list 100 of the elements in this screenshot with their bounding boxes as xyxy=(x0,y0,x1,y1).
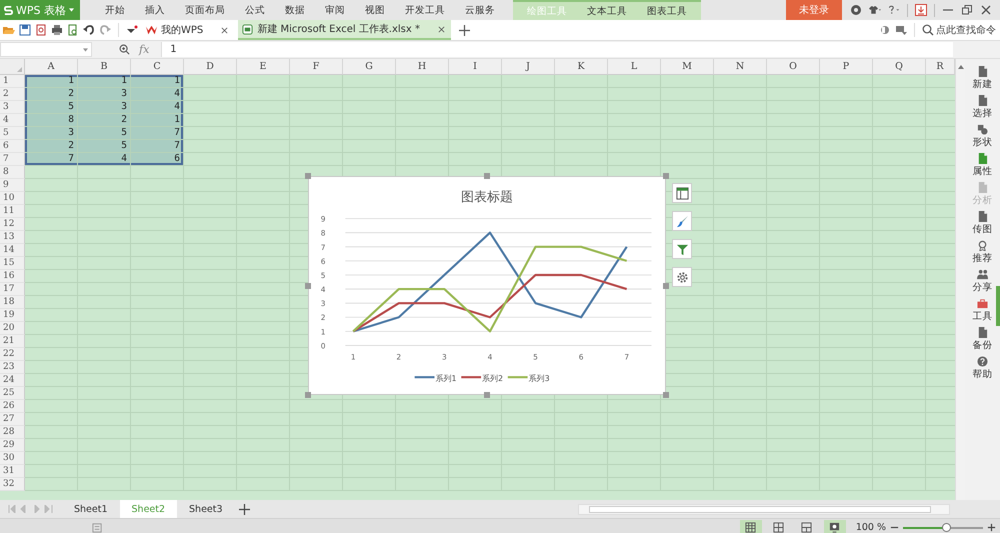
resize-handle[interactable] xyxy=(305,282,311,288)
close-tab-icon[interactable] xyxy=(438,26,445,32)
row-header[interactable]: 16 xyxy=(0,270,25,283)
redo-icon[interactable] xyxy=(99,24,111,36)
save-icon[interactable] xyxy=(19,24,31,36)
tool-tab[interactable]: 图表工具 xyxy=(637,2,697,20)
menu-tab[interactable]: 云服务 xyxy=(455,0,505,20)
resize-handle[interactable] xyxy=(305,173,311,179)
undo-icon[interactable] xyxy=(83,24,95,36)
menu-tab[interactable]: 数据 xyxy=(275,0,315,20)
column-header[interactable]: N xyxy=(714,59,767,75)
row-header[interactable]: 23 xyxy=(0,361,25,374)
add-sheet-icon[interactable] xyxy=(238,504,250,514)
chart-settings-button[interactable] xyxy=(672,267,692,287)
folder-icon[interactable] xyxy=(3,24,15,36)
menu-tab[interactable]: 审阅 xyxy=(315,0,355,20)
column-header[interactable]: G xyxy=(343,59,396,75)
new-tab-icon[interactable] xyxy=(458,24,470,36)
column-header[interactable]: B xyxy=(78,59,131,75)
column-header[interactable]: R xyxy=(926,59,955,75)
row-header[interactable]: 18 xyxy=(0,296,25,309)
row-header[interactable]: 24 xyxy=(0,374,25,387)
row-header[interactable]: 19 xyxy=(0,309,25,322)
zoom-slider-thumb[interactable] xyxy=(942,522,951,532)
menu-tab[interactable]: 插入 xyxy=(135,0,175,20)
menu-tab[interactable]: 视图 xyxy=(355,0,395,20)
row-header[interactable]: 13 xyxy=(0,231,25,244)
row-header[interactable]: 10 xyxy=(0,192,25,205)
chart-style-button[interactable] xyxy=(672,211,692,231)
row-header[interactable]: 5 xyxy=(0,127,25,140)
shirt-icon[interactable] xyxy=(869,4,881,16)
help-menu-icon[interactable] xyxy=(888,4,900,16)
menu-tab[interactable]: 公式 xyxy=(235,0,275,20)
column-header[interactable]: C xyxy=(131,59,184,75)
column-header[interactable]: J xyxy=(502,59,555,75)
restore-icon[interactable] xyxy=(961,4,973,16)
row-header[interactable]: 11 xyxy=(0,205,25,218)
row-header[interactable]: 21 xyxy=(0,335,25,348)
download-icon[interactable] xyxy=(915,4,927,16)
sidebar-item[interactable]: 形状 xyxy=(972,124,992,149)
close-icon[interactable] xyxy=(980,4,992,16)
menu-tab[interactable]: 页面布局 xyxy=(175,0,235,20)
collapse-panel-handle[interactable] xyxy=(996,286,1000,326)
row-header[interactable]: 14 xyxy=(0,244,25,257)
print-icon[interactable] xyxy=(51,24,63,36)
sidebar-item[interactable]: 推荐 xyxy=(972,240,992,265)
row-header[interactable]: 9 xyxy=(0,179,25,192)
column-header[interactable]: I xyxy=(449,59,502,75)
tool-tab[interactable]: 文本工具 xyxy=(577,2,637,20)
column-header[interactable]: O xyxy=(767,59,820,75)
zoom-in-icon[interactable] xyxy=(987,523,996,532)
skin-icon[interactable] xyxy=(850,4,862,16)
row-header[interactable]: 17 xyxy=(0,283,25,296)
chart-filter-button[interactable] xyxy=(672,239,692,259)
row-header[interactable]: 3 xyxy=(0,101,25,114)
column-header[interactable]: L xyxy=(608,59,661,75)
horizontal-scrollbar[interactable] xyxy=(578,504,950,514)
row-header[interactable]: 25 xyxy=(0,387,25,400)
customize-icon[interactable] xyxy=(126,24,138,36)
command-search-field[interactable]: 点此查找命令 xyxy=(922,24,1000,36)
column-header[interactable]: H xyxy=(396,59,449,75)
sidebar-item[interactable]: 选择 xyxy=(972,95,992,120)
sidebar-item[interactable]: 备份 xyxy=(972,327,992,352)
row-header[interactable]: 27 xyxy=(0,413,25,426)
sheet-tab[interactable]: Sheet3 xyxy=(177,500,235,518)
resize-handle[interactable] xyxy=(663,392,669,398)
column-header[interactable]: M xyxy=(661,59,714,75)
resize-handle[interactable] xyxy=(484,173,490,179)
sidebar-item[interactable]: 新建 xyxy=(972,66,992,91)
menu-tab[interactable]: 开发工具 xyxy=(395,0,455,20)
row-header[interactable]: 4 xyxy=(0,114,25,127)
preview-icon[interactable] xyxy=(67,24,79,36)
row-header[interactable]: 29 xyxy=(0,439,25,452)
close-tab-icon[interactable] xyxy=(221,26,228,34)
document-tab[interactable]: 我的WPS xyxy=(142,20,234,40)
column-header[interactable]: Q xyxy=(873,59,926,75)
row-header[interactable]: 28 xyxy=(0,426,25,439)
sidebar-item[interactable]: 属性 xyxy=(972,153,992,178)
row-header[interactable]: 20 xyxy=(0,322,25,335)
resize-handle[interactable] xyxy=(305,392,311,398)
column-header[interactable]: E xyxy=(237,59,290,75)
resize-handle[interactable] xyxy=(663,173,669,179)
formula-field[interactable]: 1 xyxy=(161,42,954,57)
sidebar-item[interactable]: 传图 xyxy=(972,211,992,236)
document-tab[interactable]: 新建 Microsoft Excel 工作表.xlsx * xyxy=(238,20,451,40)
view-mode-button[interactable] xyxy=(740,520,762,533)
row-header[interactable]: 1 xyxy=(0,75,25,88)
column-header[interactable]: K xyxy=(555,59,608,75)
row-header[interactable]: 32 xyxy=(0,478,25,491)
column-header[interactable]: D xyxy=(184,59,237,75)
row-header[interactable]: 22 xyxy=(0,348,25,361)
sidebar-item[interactable]: 帮助 xyxy=(972,356,992,381)
sheet-tab[interactable]: Sheet1 xyxy=(62,500,120,518)
column-header[interactable]: A xyxy=(25,59,78,75)
row-header[interactable]: 30 xyxy=(0,452,25,465)
pdf-icon[interactable] xyxy=(35,24,47,36)
row-header[interactable]: 26 xyxy=(0,400,25,413)
row-header[interactable]: 31 xyxy=(0,465,25,478)
flag-icon[interactable] xyxy=(895,24,907,36)
column-header[interactable]: F xyxy=(290,59,343,75)
